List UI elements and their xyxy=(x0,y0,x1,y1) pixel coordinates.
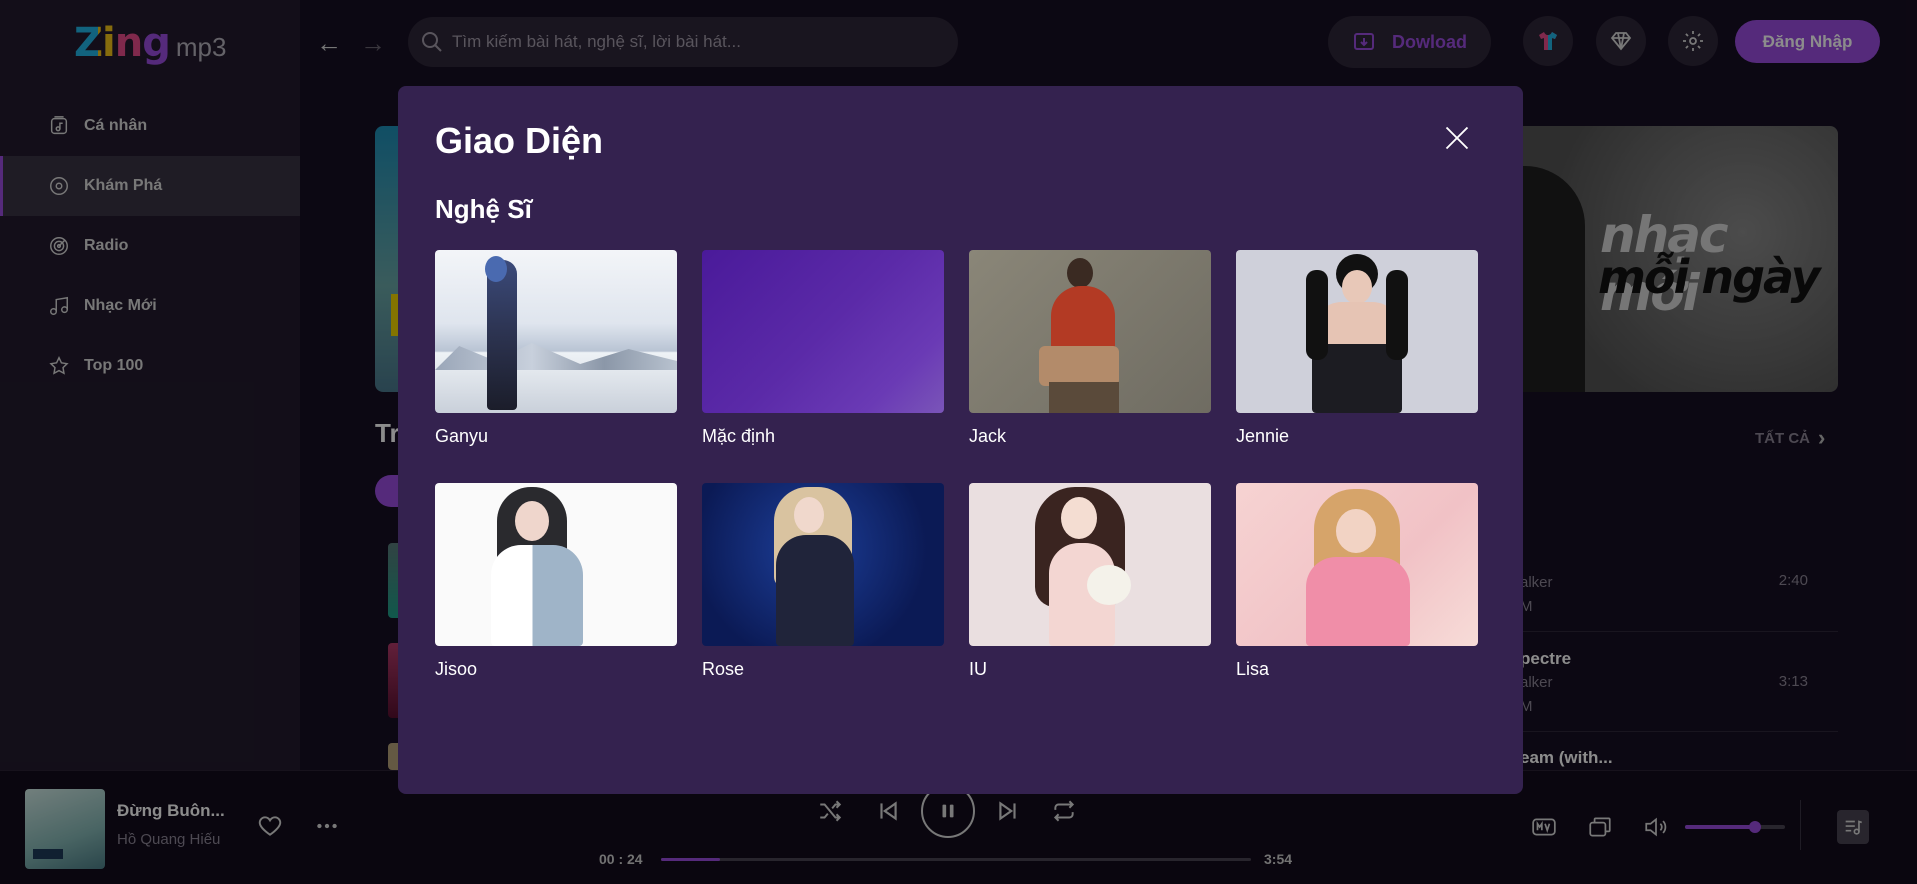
theme-name: Ganyu xyxy=(435,426,489,446)
theme-modal: Giao Diện Nghệ Sĩ Ganyu Mặc định Jack Je… xyxy=(398,86,1523,794)
theme-name: Jisoo xyxy=(435,659,478,679)
theme-item-default[interactable]: Mặc định xyxy=(702,250,944,447)
close-icon[interactable] xyxy=(1443,124,1471,152)
theme-name: Rose xyxy=(702,659,745,679)
theme-name: Lisa xyxy=(1236,659,1270,679)
theme-thumbnail[interactable] xyxy=(702,250,944,413)
theme-item-jennie[interactable]: Jennie xyxy=(1236,250,1478,447)
theme-item-rose[interactable]: Rose xyxy=(702,483,944,680)
theme-name: IU xyxy=(969,659,987,679)
theme-item-ganyu[interactable]: Ganyu xyxy=(435,250,677,447)
theme-item-jisoo[interactable]: Jisoo xyxy=(435,483,677,680)
theme-thumbnail[interactable] xyxy=(702,483,944,646)
theme-thumbnail[interactable] xyxy=(435,483,677,646)
theme-thumbnail[interactable] xyxy=(1236,483,1478,646)
theme-name: Mặc định xyxy=(702,426,776,446)
theme-thumbnail[interactable] xyxy=(435,250,677,413)
theme-item-iu[interactable]: IU xyxy=(969,483,1211,680)
theme-item-lisa[interactable]: Lisa xyxy=(1236,483,1478,680)
modal-title: Giao Diện xyxy=(435,120,604,161)
theme-thumbnail[interactable] xyxy=(969,250,1211,413)
theme-thumbnail[interactable] xyxy=(1236,250,1478,413)
theme-name: Jennie xyxy=(1236,426,1290,446)
theme-item-jack[interactable]: Jack xyxy=(969,250,1211,447)
section-title: Nghệ Sĩ xyxy=(435,194,532,224)
theme-thumbnail[interactable] xyxy=(969,483,1211,646)
theme-name: Jack xyxy=(969,426,1007,446)
